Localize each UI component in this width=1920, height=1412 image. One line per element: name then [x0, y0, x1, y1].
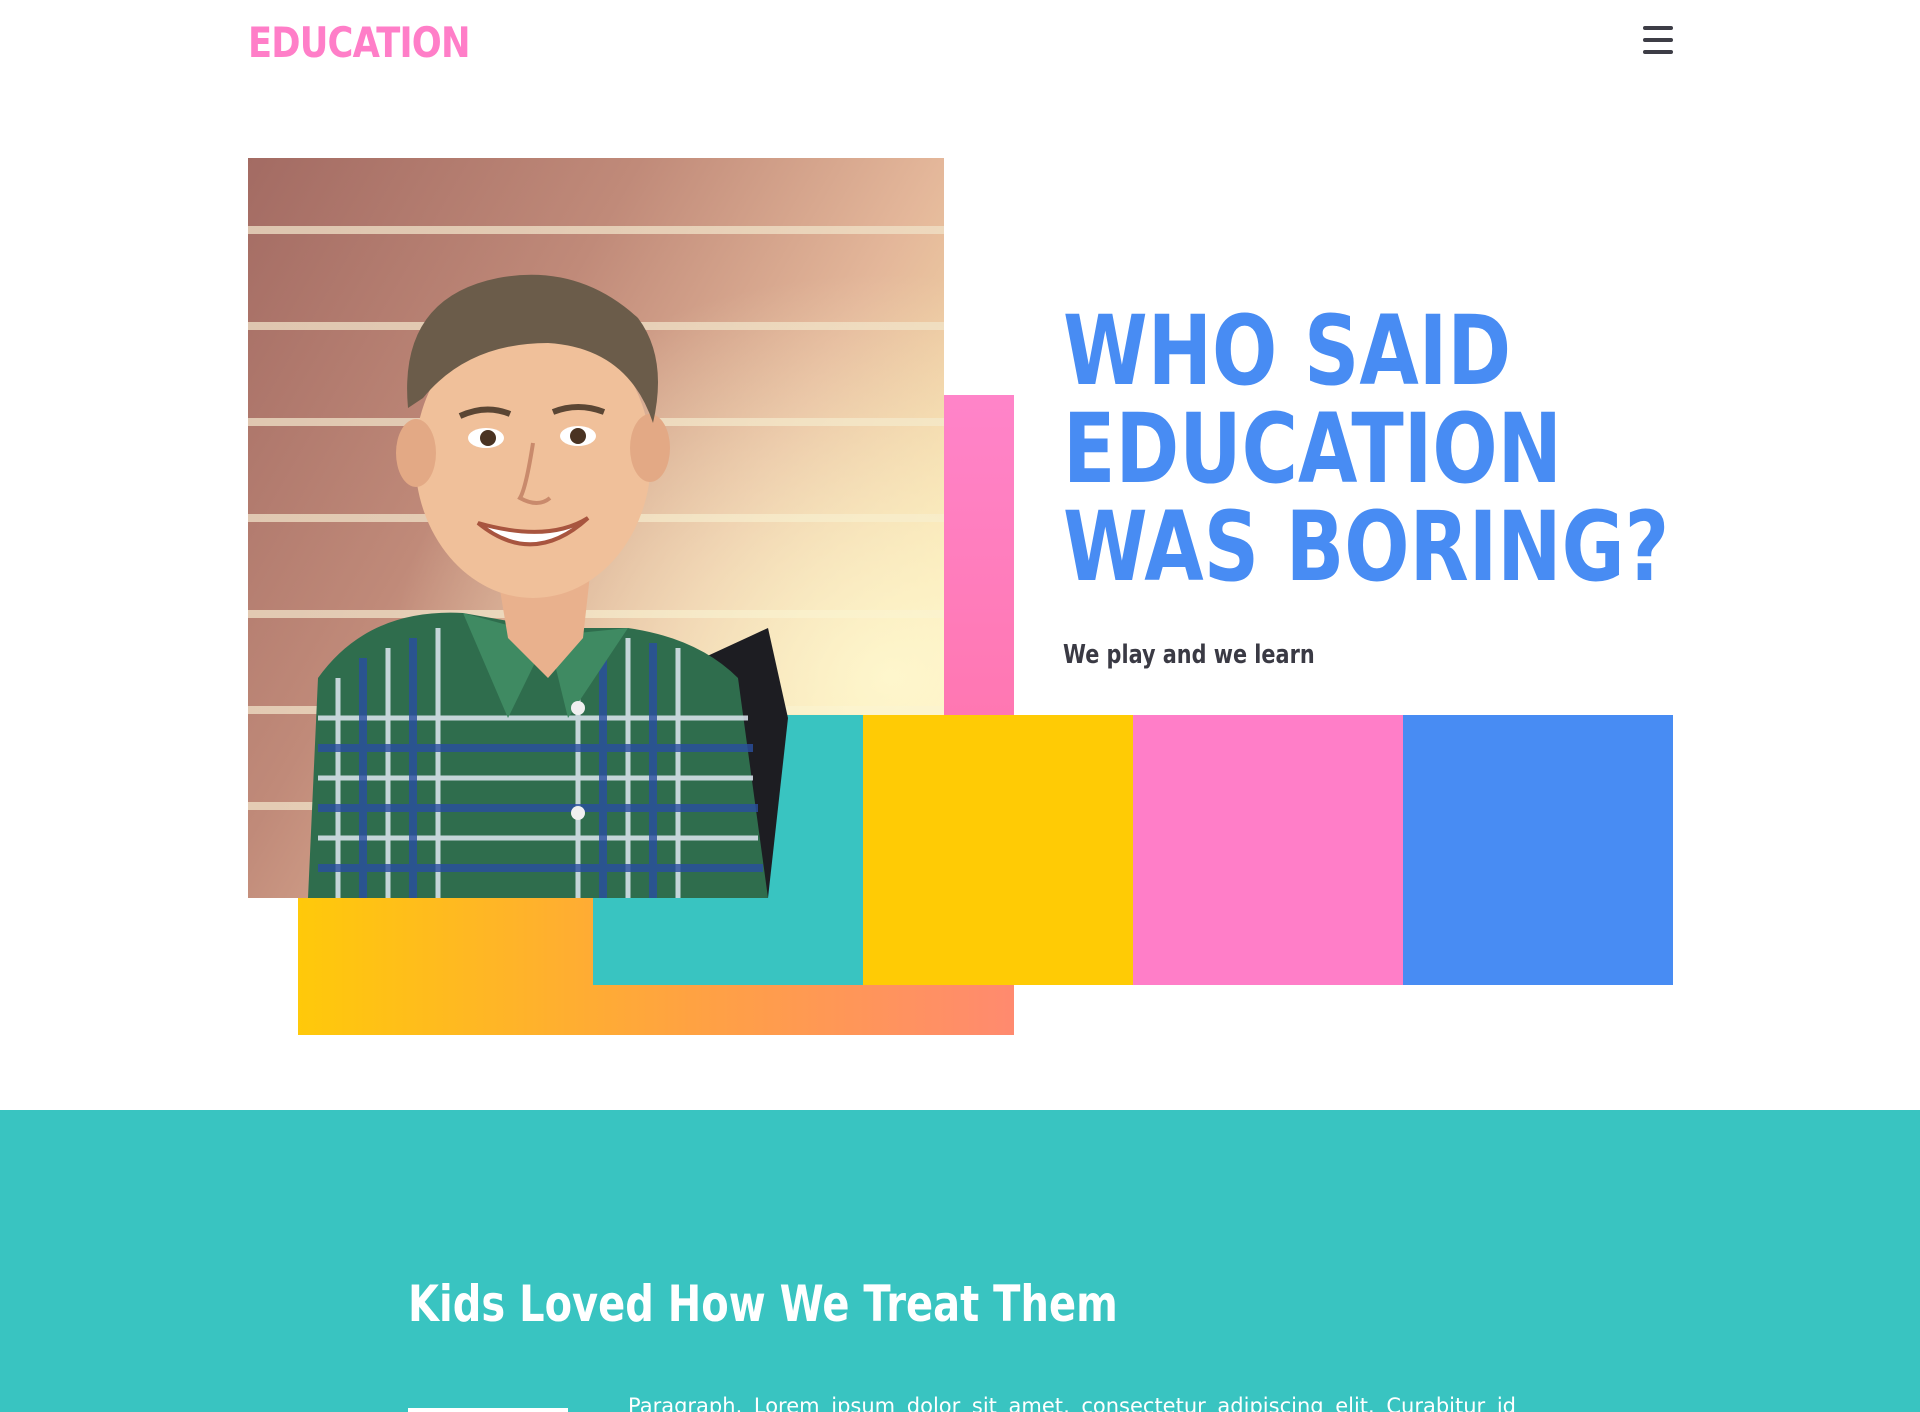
hero-heading-line: WHO SAID: [1063, 295, 1512, 407]
hero-heading-line: WAS BORING?: [1063, 491, 1670, 603]
section-paragraph: Paragraph. Lorem ipsum dolor sit amet, c…: [628, 1394, 1516, 1412]
hero-heading: WHO SAID EDUCATION WAS BORING?: [1063, 302, 1669, 596]
pink-accent-strip: [940, 395, 1014, 715]
section-divider: [408, 1408, 568, 1412]
page: EDUCATION WHO SAID EDUCATION WAS BORING?…: [0, 0, 1920, 1412]
hero-subtitle: We play and we learn: [1063, 640, 1315, 670]
site-logo[interactable]: EDUCATION: [248, 18, 470, 67]
testimonial-section: [0, 1110, 1920, 1412]
menu-bar: [1643, 26, 1673, 30]
pink-square: [1133, 715, 1403, 985]
hero-photo: [248, 158, 944, 898]
hero-heading-line: EDUCATION: [1063, 393, 1562, 505]
section-title: Kids Loved How We Treat Them: [408, 1275, 1118, 1333]
menu-bar: [1643, 50, 1673, 54]
blue-square: [1403, 715, 1673, 985]
smiling-boy-illustration: [308, 274, 788, 898]
menu-bar: [1643, 38, 1673, 42]
hamburger-menu-icon[interactable]: [1642, 24, 1674, 56]
